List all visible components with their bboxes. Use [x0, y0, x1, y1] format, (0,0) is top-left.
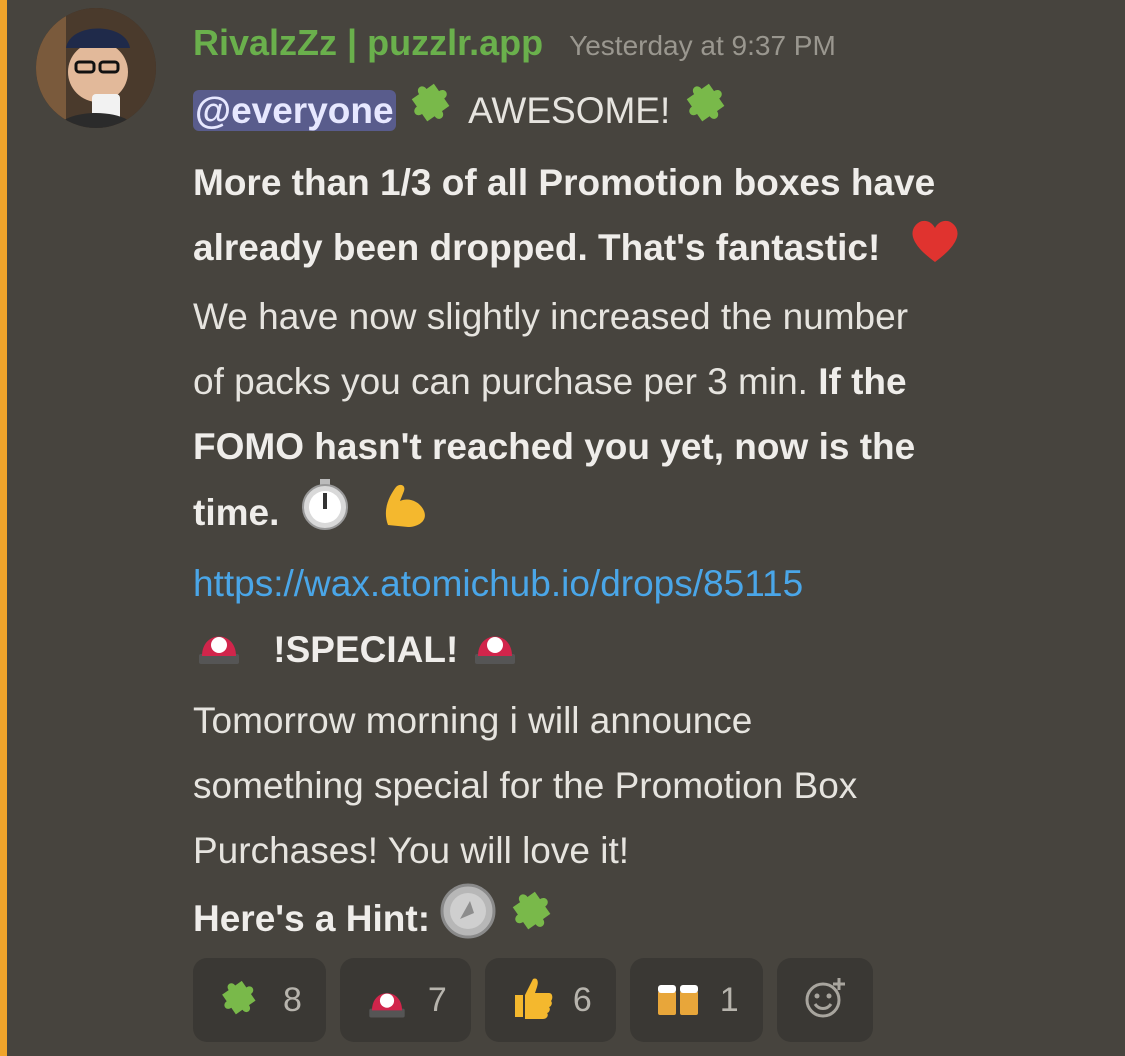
heart-icon	[909, 216, 961, 284]
rotating-light-icon	[469, 616, 521, 688]
add-reaction-icon	[803, 976, 847, 1025]
message-line: Tomorrow morning i will announce	[193, 700, 753, 742]
message-line: Purchases! You will love it!	[193, 830, 630, 872]
reaction-count: 8	[283, 980, 302, 1019]
timestamp[interactable]: Yesterday at 9:37 PM	[569, 30, 836, 62]
message-line-bold: If the	[818, 361, 907, 403]
reaction-thumbs-up[interactable]: 6	[484, 958, 616, 1042]
rotating-light-icon	[193, 616, 245, 688]
reactions-bar: 8 7 6 1	[193, 958, 873, 1042]
coin-icon	[440, 883, 496, 959]
reaction-count: 1	[719, 980, 739, 1019]
special-label: !SPECIAL!	[273, 629, 459, 670]
reaction-count: 7	[427, 980, 447, 1019]
puzzle-piece-icon	[215, 973, 265, 1027]
thumbs-up-icon	[509, 975, 555, 1026]
rotating-light-icon	[364, 975, 410, 1026]
message-line: We have now slightly increased the numbe…	[193, 296, 909, 338]
message: RivalzZz | puzzlr.app Yesterday at 9:37 …	[193, 10, 1093, 959]
reaction-puzzle-piece[interactable]: 8	[193, 958, 326, 1042]
message-line: FOMO hasn't reached you yet, now is the	[193, 426, 916, 468]
message-line: time.	[193, 492, 280, 533]
message-line: something special for the Promotion Box	[193, 765, 858, 807]
username[interactable]: RivalzZz | puzzlr.app	[193, 10, 543, 76]
everyone-mention[interactable]: @everyone	[193, 89, 396, 131]
reaction-rotating-light[interactable]: 7	[339, 958, 471, 1042]
puzzle-piece-icon	[678, 76, 735, 150]
puzzle-piece-icon	[504, 884, 561, 958]
message-line: of packs you can purchase per 3 min.	[193, 361, 819, 403]
awesome-text: AWESOME!	[468, 89, 671, 131]
puzzle-piece-icon	[404, 76, 460, 150]
avatar[interactable]	[36, 8, 156, 128]
hint-label: Here's a Hint:	[193, 898, 431, 939]
message-header: RivalzZz | puzzlr.app Yesterday at 9:37 …	[193, 10, 1093, 76]
add-reaction-button[interactable]	[776, 958, 873, 1042]
drop-link[interactable]: https://wax.atomichub.io/drops/85115	[193, 563, 803, 604]
reaction-beers[interactable]: 1	[629, 958, 763, 1042]
flexed-biceps-icon	[378, 479, 430, 551]
message-line: More than 1/3 of all Promotion boxes hav…	[193, 162, 936, 203]
timer-clock-icon	[300, 479, 350, 551]
reaction-count: 6	[572, 980, 592, 1019]
beers-icon	[654, 975, 702, 1026]
accent-bar	[0, 0, 7, 1056]
message-line: already been dropped. That's fantastic!	[193, 227, 881, 268]
